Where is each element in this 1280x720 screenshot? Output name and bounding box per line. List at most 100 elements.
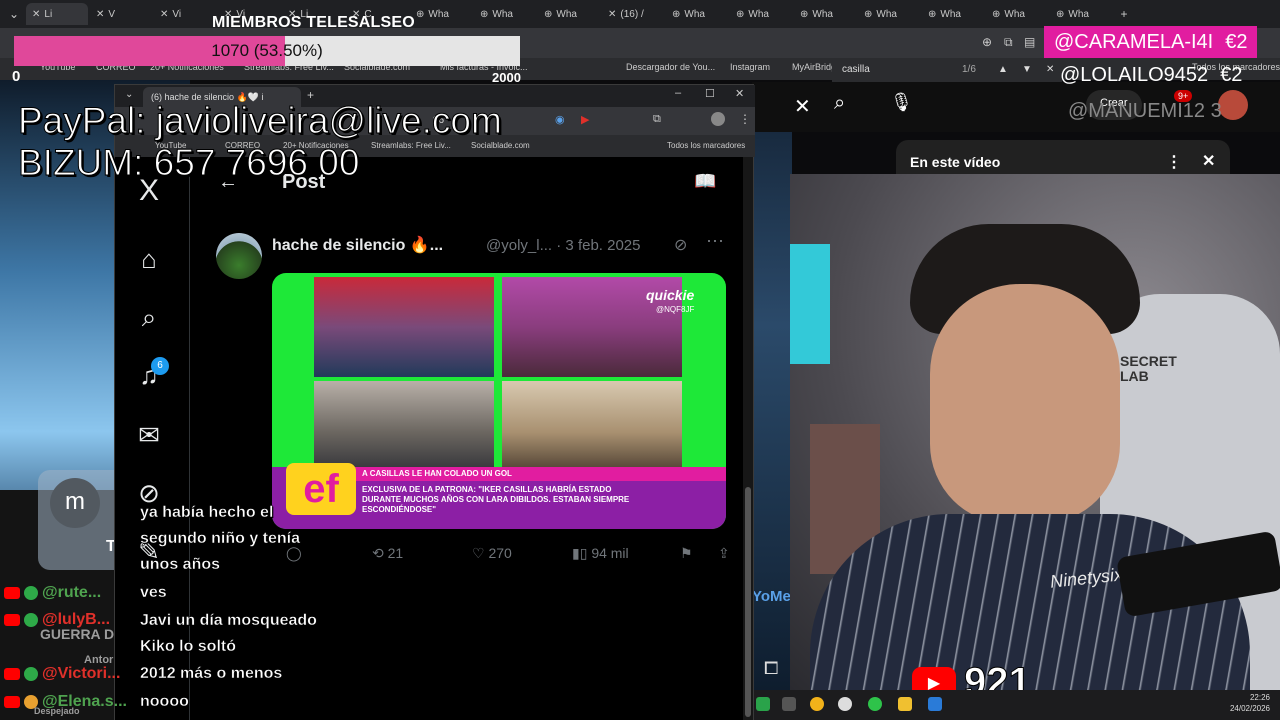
app-icon[interactable] (782, 697, 796, 711)
shirt-text: Ninetysix (1049, 564, 1124, 592)
chat-message: ya había hecho el (140, 504, 274, 521)
youtube-icon (4, 614, 20, 626)
extensions-icon[interactable]: ⧉ (653, 113, 661, 126)
browser-tab[interactable]: ⊕ Wha (666, 3, 728, 25)
globe-icon: ⊕ (928, 8, 937, 20)
bookmark-descargador[interactable]: Descargador de You... (626, 62, 715, 72)
tv-panel (314, 381, 494, 467)
webcam-feed: SECRET LAB Ninetysix (790, 174, 1280, 690)
x-icon: ✕ (32, 8, 41, 20)
more-options-icon[interactable]: ⋮ (1166, 152, 1182, 172)
panel-title: En este vídeo (910, 154, 1001, 170)
translate-icon[interactable]: ▤ (1024, 35, 1035, 49)
tab-label: V (108, 8, 116, 20)
browser-tab[interactable]: ⊕ Wha (986, 3, 1048, 25)
post-image[interactable]: quickie @NQF8JF A CASILLAS LE HAN COLADO… (272, 273, 726, 529)
tab-label: Wha (428, 8, 449, 20)
x-main-column: ← Post 📖 hache de silencio 🔥... @yoly_l.… (189, 157, 743, 720)
folder-icon[interactable] (898, 697, 912, 711)
grok-icon[interactable]: ⊘ (674, 235, 687, 255)
browser-tab[interactable]: ⊕ Wha (794, 3, 856, 25)
globe-icon: ⊕ (864, 8, 873, 20)
chrome-icon[interactable] (838, 697, 852, 711)
youtube-icon (4, 668, 20, 680)
share-icon[interactable]: ⇪ (718, 545, 730, 562)
browser-tab[interactable]: ⊕ Wha (922, 3, 984, 25)
views-button[interactable]: ▮▯ 94 mil (572, 545, 629, 562)
screen: ⌄ ✕ Li ✕ V ✕ Vi ✕ Vi ✕ Li ✕ C ⊕ Wha ⊕ Wha ⊕ Wha ✕ (16) / ⊕ Wh… (0, 0, 1280, 720)
globe-icon: ⊕ (1056, 8, 1065, 20)
search-icon[interactable]: ⌕ (133, 301, 165, 333)
menu-icon[interactable]: ⋮ (739, 112, 751, 126)
globe-icon: ⊕ (416, 8, 425, 20)
author-name[interactable]: hache de silencio 🔥... (272, 235, 443, 255)
youtube-background-right: YoMe (752, 82, 792, 690)
retweet-button[interactable]: ⟲ 21 (372, 545, 403, 562)
browser-tab[interactable]: ✕ Vi (154, 3, 216, 25)
donation-alert: @MANUEMI12 3 (1068, 100, 1222, 123)
close-panel-icon[interactable]: ✕ (1202, 151, 1215, 171)
mic-icon[interactable]: 🎙 (890, 92, 913, 113)
tab-search-icon[interactable]: ⌄ (4, 7, 24, 21)
browser-tab[interactable]: ⊕ Wha (474, 3, 536, 25)
messages-icon[interactable]: ✉ (133, 419, 165, 451)
bookmark-instagram[interactable]: Instagram (730, 62, 770, 72)
app-icon[interactable] (756, 697, 770, 711)
bookmark-icon[interactable]: ⚑ (680, 545, 693, 562)
post-actions: ◯ ⟲ 21 ♡ 270 ▮▯ 94 mil ⚑ ⇪ (262, 545, 742, 569)
close-window-icon[interactable]: ✕ (735, 87, 744, 100)
browser-tab[interactable]: ⊕ Wha (858, 3, 920, 25)
home-icon[interactable]: ⌂ (133, 243, 165, 275)
youtube-icon (4, 696, 20, 708)
find-bar[interactable]: casilla 1/6 ▲ ▼ ✕ (832, 58, 1062, 82)
extension-icon[interactable]: ◉ (555, 113, 565, 126)
account-avatar[interactable] (1218, 90, 1248, 120)
new-tab-icon[interactable]: + (1114, 7, 1134, 21)
inner-bookmark[interactable]: Todos los marcadores (667, 141, 745, 150)
tab-label: Wha (684, 8, 705, 20)
author-avatar[interactable] (216, 233, 262, 279)
find-query[interactable]: casilla (842, 64, 870, 75)
browser-tab[interactable]: ✕ Li (26, 3, 88, 25)
browser-tab[interactable]: ✕ (16) / (602, 3, 664, 25)
chat-username: @rute... (42, 584, 102, 601)
find-next-icon[interactable]: ▼ (1022, 64, 1032, 75)
extension-icon[interactable]: ▶ (581, 113, 589, 126)
search-icon[interactable]: ⌕ (834, 92, 845, 115)
like-count: 270 (488, 545, 512, 561)
open-app-icon[interactable]: ⧉ (1004, 35, 1013, 50)
post-date[interactable]: · 3 feb. 2025 (556, 237, 640, 254)
chat-user[interactable]: @rute... (4, 584, 101, 602)
author-handle[interactable]: @yoly_l... (486, 237, 552, 254)
tv-panel (502, 381, 682, 467)
browser-tab[interactable]: ⊕ Wha (1050, 3, 1112, 25)
tab-menu-icon[interactable]: ⌄ (125, 89, 133, 100)
headline-caption: EXCLUSIVA DE LA PATRONA: "IKER CASILLAS … (362, 485, 630, 514)
more-icon[interactable]: ⋯ (706, 231, 724, 252)
save-icon[interactable]: ⧠ (764, 658, 778, 679)
close-search-icon[interactable]: ✕ (794, 94, 811, 119)
reader-mode-icon[interactable]: 📖 (694, 171, 716, 192)
minimize-icon[interactable]: – (675, 87, 681, 99)
chat-user[interactable]: @Victori... (4, 665, 120, 683)
profile-icon[interactable] (711, 112, 725, 126)
browser-tab[interactable]: ⊕ Wha (410, 3, 472, 25)
payment-info: PayPal: javioliveira@live.com BIZUM: 657… (18, 100, 503, 184)
zoom-icon[interactable]: ⊕ (982, 35, 992, 49)
globe-icon: ⊕ (672, 8, 681, 20)
browser-tab[interactable]: ✕ V (90, 3, 152, 25)
find-prev-icon[interactable]: ▲ (998, 64, 1008, 75)
tab-label: Wha (876, 8, 897, 20)
scrollbar[interactable] (743, 157, 753, 720)
whatsapp-icon[interactable] (868, 697, 882, 711)
browser-tab[interactable]: ⊕ Wha (730, 3, 792, 25)
tab-label: Wha (748, 8, 769, 20)
chrome-icon[interactable] (810, 697, 824, 711)
scrollbar-thumb[interactable] (745, 487, 751, 717)
like-button[interactable]: ♡ 270 (472, 545, 512, 562)
channel-avatar[interactable]: m (50, 478, 100, 528)
find-close-icon[interactable]: ✕ (1046, 64, 1054, 75)
browser-tab[interactable]: ⊕ Wha (538, 3, 600, 25)
maximize-icon[interactable]: ☐ (705, 87, 715, 100)
mail-icon[interactable] (928, 697, 942, 711)
